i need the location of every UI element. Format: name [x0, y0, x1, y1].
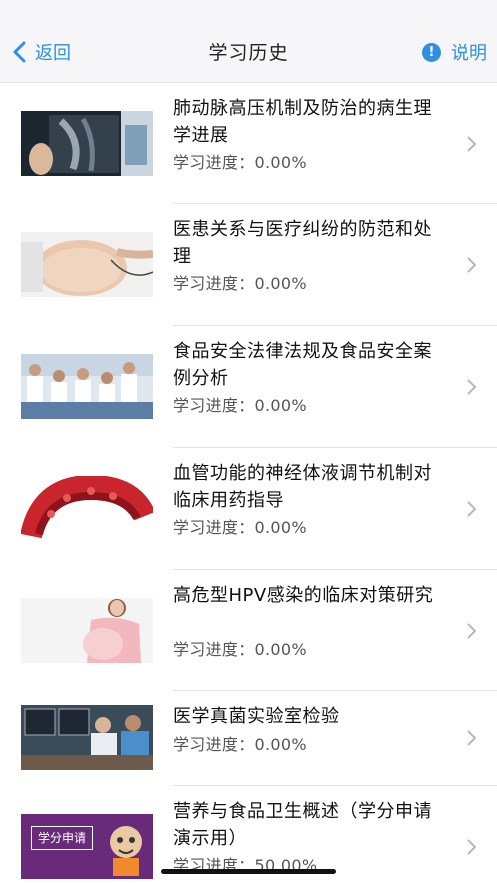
course-title: 医患关系与医疗纠纷的防范和处理: [173, 219, 432, 267]
info-icon: !: [422, 42, 441, 62]
course-title: 医学真菌实验室检验: [173, 706, 340, 727]
chevron-right-icon: [467, 136, 477, 152]
credit-application-banner: 学分申请: [21, 814, 153, 879]
course-history-list: 肺动脉高压机制及防治的病生理学进展 学习进度：0.00% 医患关系与医疗纠纷的防…: [0, 83, 497, 883]
course-title: 高危型HPV感染的临床对策研究: [173, 585, 434, 606]
pregnant-woman-image: [21, 598, 153, 663]
course-title: 营养与食品卫生概述（学分申请演示用）: [173, 801, 432, 849]
list-item[interactable]: 高危型HPV感染的临床对策研究 学习进度：0.00%: [0, 570, 497, 691]
help-button[interactable]: ! 说明: [422, 38, 487, 66]
list-item[interactable]: 血管功能的神经体液调节机制对临床用药指导 学习进度：0.00%: [0, 448, 497, 570]
progress-text: 学习进度：0.00%: [173, 274, 307, 293]
progress-text: 学习进度：0.00%: [173, 640, 307, 659]
list-item[interactable]: 肺动脉高压机制及防治的病生理学进展 学习进度：0.00%: [0, 83, 497, 204]
navigation-bar: 返回 学习历史 ! 说明: [0, 0, 497, 83]
list-item[interactable]: 医患关系与医疗纠纷的防范和处理 学习进度：0.00%: [0, 204, 497, 326]
course-title: 血管功能的神经体液调节机制对临床用药指导: [173, 463, 432, 511]
course-title: 食品安全法律法规及食品安全案例分析: [173, 341, 432, 389]
course-title: 肺动脉高压机制及防治的病生理学进展: [173, 98, 432, 146]
pregnancy-checkup-image: [21, 232, 153, 297]
progress-text: 学习进度：0.00%: [173, 518, 307, 537]
progress-text: 学习进度：0.00%: [173, 153, 307, 172]
home-indicator[interactable]: [161, 869, 336, 874]
doctors-team-image: [21, 354, 153, 419]
blood-vessel-image: [21, 476, 153, 541]
chevron-right-icon: [467, 257, 477, 273]
chevron-right-icon: [467, 501, 477, 517]
chevron-right-icon: [467, 839, 477, 855]
banner-label: 学分申请: [31, 826, 93, 850]
list-item[interactable]: 食品安全法律法规及食品安全案例分析 学习进度：0.00%: [0, 326, 497, 448]
chevron-right-icon: [467, 730, 477, 746]
progress-text: 学习进度：0.00%: [173, 735, 307, 754]
list-item[interactable]: 医学真菌实验室检验 学习进度：0.00%: [0, 691, 497, 786]
progress-text: 学习进度：0.00%: [173, 396, 307, 415]
mascot-icon: [110, 826, 142, 876]
lab-doctors-image: [21, 705, 153, 770]
chevron-right-icon: [467, 623, 477, 639]
help-label: 说明: [451, 43, 487, 64]
chevron-right-icon: [467, 379, 477, 395]
xray-image: [21, 111, 153, 176]
